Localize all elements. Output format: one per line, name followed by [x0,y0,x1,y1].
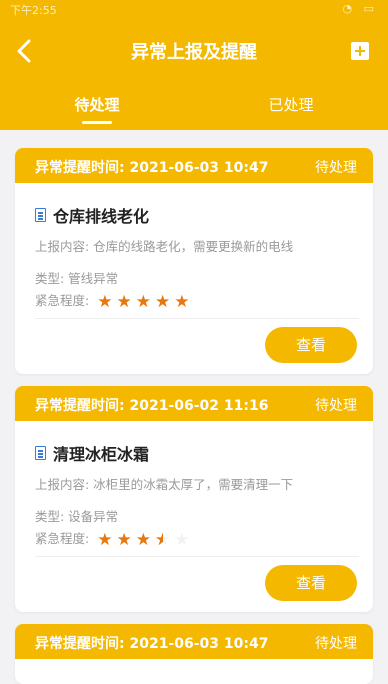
report-time: 异常提醒时间: 2021-06-03 10:47 [35,160,269,176]
tab-processed[interactable]: 已处理 [194,94,388,115]
urgency-row: 紧急程度: ★★★★★ [35,290,193,312]
card-header: 异常提醒时间: 2021-06-03 10:47 待处理 [15,148,373,183]
report-title: 仓库排线老化 [35,203,149,227]
tab-pending[interactable]: 待处理 [0,94,194,115]
status-bar: 下午2:55 ◔ ▭ [0,0,388,18]
add-icon[interactable] [351,42,369,60]
status-badge: 待处理 [315,636,357,652]
star-icon: ★ [135,291,151,312]
card-header: 异常提醒时间: 2021-06-03 10:47 待处理 [15,624,373,659]
report-title-text: 仓库排线老化 [53,207,150,226]
star-icon: ★ [174,529,190,550]
status-badge: 待处理 [315,160,357,176]
status-icons: ◔ ▭ [342,2,378,15]
tab-indicator [82,121,112,124]
page-title: 异常上报及提醒 [131,42,257,63]
star-icon: ★ [154,291,171,312]
star-icon: ★ [155,530,170,550]
urgency-stars: ★★★★★ [97,292,193,312]
view-button[interactable]: 查看 [265,327,357,363]
divider [35,318,359,319]
document-icon [35,208,46,222]
star-icon: ★ [174,291,190,312]
status-time: 下午2:55 [10,4,57,17]
report-title: 清理冰柜冰霜 [35,441,149,465]
document-icon [35,446,46,460]
card-header: 异常提醒时间: 2021-06-02 11:16 待处理 [15,386,373,421]
urgency-row: 紧急程度: ★★★★★ [35,528,193,550]
report-card: 异常提醒时间: 2021-06-03 10:47 待处理 [15,624,373,684]
report-type: 类型: 设备异常 [35,509,119,524]
star-icon: ★ [135,529,151,550]
report-card: 异常提醒时间: 2021-06-02 11:16 待处理 清理冰柜冰霜 上报内容… [15,386,373,612]
urgency-label: 紧急程度: [35,531,90,546]
star-icon: ★ [116,291,132,312]
star-icon: ★ [97,291,113,312]
report-type: 类型: 管线异常 [35,271,119,286]
report-title-text: 清理冰柜冰霜 [53,445,150,464]
report-content: 上报内容: 冰柜里的冰霜太厚了，需要清理一下 [35,477,294,492]
report-card: 异常提醒时间: 2021-06-03 10:47 待处理 仓库排线老化 上报内容… [15,148,373,374]
star-icon: ★ [116,529,132,550]
urgency-stars: ★★★★★ [97,530,193,550]
view-button[interactable]: 查看 [265,565,357,601]
star-icon: ★ [97,529,113,550]
report-time: 异常提醒时间: 2021-06-03 10:47 [35,636,269,652]
report-content: 上报内容: 仓库的线路老化，需要更换新的电线 [35,239,294,254]
urgency-label: 紧急程度: [35,293,90,308]
status-badge: 待处理 [315,398,357,414]
divider [35,556,359,557]
report-time: 异常提醒时间: 2021-06-02 11:16 [35,398,269,414]
